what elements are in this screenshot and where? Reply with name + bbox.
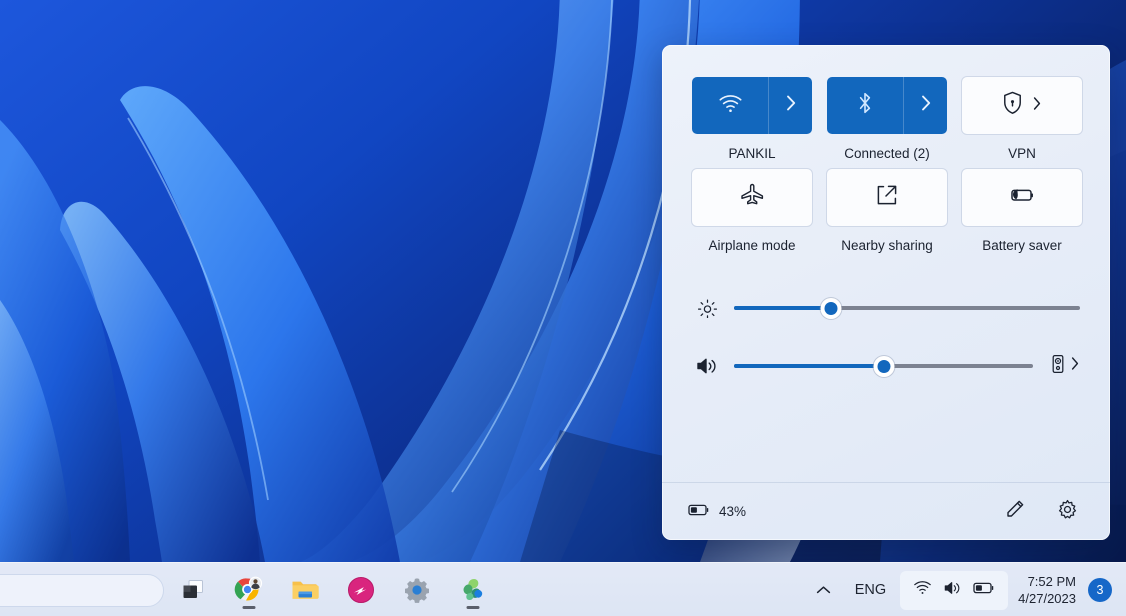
quick-settings-footer: 43% <box>662 482 1110 540</box>
wifi-icon <box>718 94 743 118</box>
share-icon <box>875 183 899 212</box>
shield-lock-icon <box>1002 91 1023 120</box>
quick-tile-nearby-sharing[interactable] <box>827 169 947 226</box>
clock[interactable]: 7:52 PM 4/27/2023 <box>1018 573 1076 607</box>
chevron-up-icon <box>817 586 831 594</box>
taskbar-item-pink-app[interactable] <box>343 570 379 610</box>
quick-settings-tile-grid: PANKIL Connected (2) VPN Airplane mode N… <box>662 45 1110 253</box>
wifi-icon <box>913 580 932 600</box>
quick-settings-tray-button[interactable] <box>900 570 1009 610</box>
tile-cell-bluetooth: Connected (2) <box>827 77 947 161</box>
quick-tile-battery-saver[interactable] <box>962 169 1082 226</box>
quick-tile-bluetooth[interactable] <box>827 77 947 134</box>
clock-date: 4/27/2023 <box>1018 591 1076 606</box>
tile-cell-vpn: VPN <box>962 77 1082 161</box>
gear-icon <box>1057 499 1078 525</box>
taskbar-item-settings[interactable] <box>399 570 435 610</box>
open-settings-button[interactable] <box>1050 495 1084 529</box>
tile-label-bluetooth: Connected (2) <box>844 146 930 161</box>
volume-thumb[interactable] <box>873 355 894 377</box>
pencil-icon <box>1005 499 1025 524</box>
quick-tile-airplane-mode[interactable] <box>692 169 812 226</box>
volume-slider[interactable] <box>734 355 1033 377</box>
volume-icon <box>692 356 722 376</box>
battery-icon <box>688 503 710 520</box>
desktop-screen: PANKIL Connected (2) VPN Airplane mode N… <box>0 0 1126 616</box>
notification-badge[interactable]: 3 <box>1088 578 1112 602</box>
bluetooth-toggle-button[interactable] <box>827 77 903 134</box>
tile-cell-battery-saver: Battery saver <box>962 169 1082 253</box>
tile-label-wifi: PANKIL <box>728 146 776 161</box>
tile-cell-wifi: PANKIL <box>692 77 812 161</box>
brightness-fill <box>734 306 831 310</box>
task-view-icon <box>183 580 203 598</box>
chevron-right-icon <box>920 94 932 117</box>
chevron-right-icon <box>1070 356 1080 376</box>
taskbar-item-task-view[interactable] <box>175 570 211 610</box>
active-indicator <box>466 606 480 609</box>
footer-actions <box>998 495 1084 529</box>
volume-fill <box>734 364 884 368</box>
audio-output-icon <box>1051 354 1065 379</box>
audio-output-selector[interactable] <box>1051 354 1080 379</box>
office-flower-icon <box>463 578 483 601</box>
taskbar: ENG 7:52 PM 4/27/2023 3 <box>0 562 1126 616</box>
taskbar-item-google-chrome[interactable] <box>231 570 267 610</box>
volume-icon <box>943 580 962 601</box>
active-indicator <box>242 606 256 609</box>
battery-icon <box>973 581 995 600</box>
wifi-expand-button[interactable] <box>768 77 812 134</box>
battery-saver-icon <box>1008 185 1036 210</box>
wifi-toggle-button[interactable] <box>692 77 768 134</box>
pink-app-icon <box>348 577 374 603</box>
brightness-icon <box>692 299 722 318</box>
tile-cell-nearby-sharing: Nearby sharing <box>827 169 947 253</box>
file-explorer-icon <box>292 581 319 599</box>
tile-cell-airplane-mode: Airplane mode <box>692 169 812 253</box>
quick-settings-sliders <box>662 253 1110 395</box>
edit-quick-settings-button[interactable] <box>998 495 1032 529</box>
language-indicator[interactable]: ENG <box>845 582 896 598</box>
battery-percent-label: 43% <box>719 504 747 519</box>
quick-settings-panel: PANKIL Connected (2) VPN Airplane mode N… <box>662 45 1110 540</box>
bluetooth-icon <box>857 91 873 120</box>
clock-time: 7:52 PM <box>1027 574 1076 589</box>
chevron-right-icon <box>1032 96 1042 116</box>
tile-label-vpn: VPN <box>1008 146 1036 161</box>
search-input[interactable] <box>0 574 164 607</box>
tile-label-battery-saver: Battery saver <box>982 238 1062 253</box>
chevron-right-icon <box>785 94 797 117</box>
taskbar-item-microsoft-office[interactable] <box>455 570 491 610</box>
taskbar-app-icons <box>175 563 491 616</box>
brightness-slider[interactable] <box>734 297 1080 319</box>
taskbar-tray: ENG 7:52 PM 4/27/2023 3 <box>809 563 1126 616</box>
chrome-icon <box>234 576 263 601</box>
brightness-slider-row <box>692 279 1080 337</box>
settings-gear-icon <box>405 578 429 603</box>
taskbar-item-file-explorer[interactable] <box>287 570 323 610</box>
tile-label-nearby-sharing: Nearby sharing <box>841 238 933 253</box>
quick-tile-wifi[interactable] <box>692 77 812 134</box>
volume-slider-row <box>692 337 1080 395</box>
quick-tile-vpn[interactable] <box>962 77 1082 134</box>
battery-status[interactable]: 43% <box>688 503 746 520</box>
bluetooth-expand-button[interactable] <box>903 77 947 134</box>
airplane-icon <box>739 183 765 212</box>
show-hidden-icons-button[interactable] <box>809 570 839 610</box>
tile-label-airplane-mode: Airplane mode <box>708 238 796 253</box>
brightness-thumb[interactable] <box>820 297 842 319</box>
